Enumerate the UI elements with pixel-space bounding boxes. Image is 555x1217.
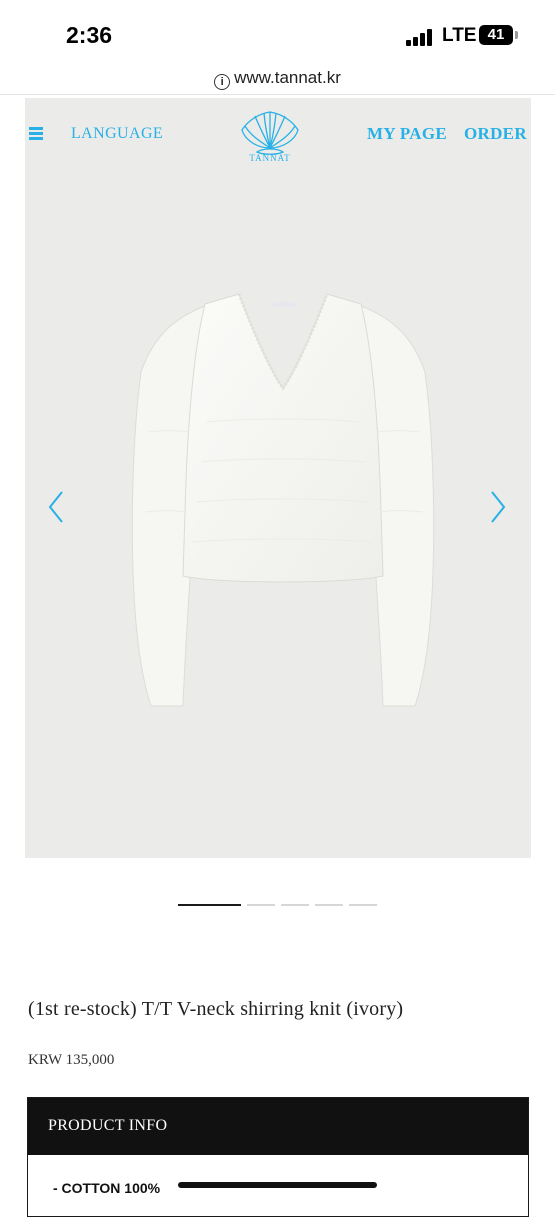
- product-title: (1st re-stock) T/T V-neck shirring knit …: [28, 998, 404, 1020]
- home-indicator[interactable]: [178, 1182, 377, 1188]
- order-link[interactable]: ORDER: [464, 124, 527, 144]
- slide-indicator-4[interactable]: [315, 904, 343, 906]
- hamburger-icon[interactable]: [29, 127, 43, 140]
- my-page-link[interactable]: MY PAGE: [367, 124, 447, 144]
- slide-indicator-1[interactable]: [178, 904, 241, 906]
- url-text[interactable]: www.tannat.kr: [234, 68, 341, 87]
- slide-indicator-3[interactable]: [281, 904, 309, 906]
- logo-text: TANNAT: [249, 153, 291, 163]
- shell-logo-icon: [241, 111, 299, 155]
- product-info-line: - COTTON 100%: [53, 1180, 161, 1196]
- battery-cap: [515, 31, 518, 39]
- product-image-gallery[interactable]: LANGUAGE TANNAT MY PAGE ORDER: [25, 98, 531, 858]
- slide-indicator-2[interactable]: [247, 904, 275, 906]
- slide-indicator-5[interactable]: [349, 904, 377, 906]
- product-info-panel: PRODUCT INFO - COTTON 100%: [27, 1097, 529, 1217]
- url-bar[interactable]: i www.tannat.kr: [0, 66, 555, 94]
- battery-level: 41: [487, 26, 505, 43]
- language-link[interactable]: LANGUAGE: [71, 125, 163, 143]
- status-bar: 2:36 LTE 41: [0, 0, 555, 70]
- product-image: [131, 293, 435, 707]
- chevron-right-icon[interactable]: [489, 490, 507, 524]
- status-time: 2:36: [66, 22, 113, 48]
- divider: [0, 94, 555, 95]
- chevron-left-icon[interactable]: [47, 490, 65, 524]
- signal-icon: [406, 28, 436, 46]
- info-icon[interactable]: i: [214, 74, 231, 90]
- battery-icon: 41: [479, 25, 513, 45]
- site-header: LANGUAGE TANNAT MY PAGE ORDER: [25, 98, 531, 178]
- product-price: KRW 135,000: [28, 1052, 115, 1068]
- site-logo[interactable]: TANNAT: [237, 108, 303, 168]
- network-label: LTE: [442, 25, 477, 46]
- product-info-header[interactable]: PRODUCT INFO: [28, 1098, 528, 1155]
